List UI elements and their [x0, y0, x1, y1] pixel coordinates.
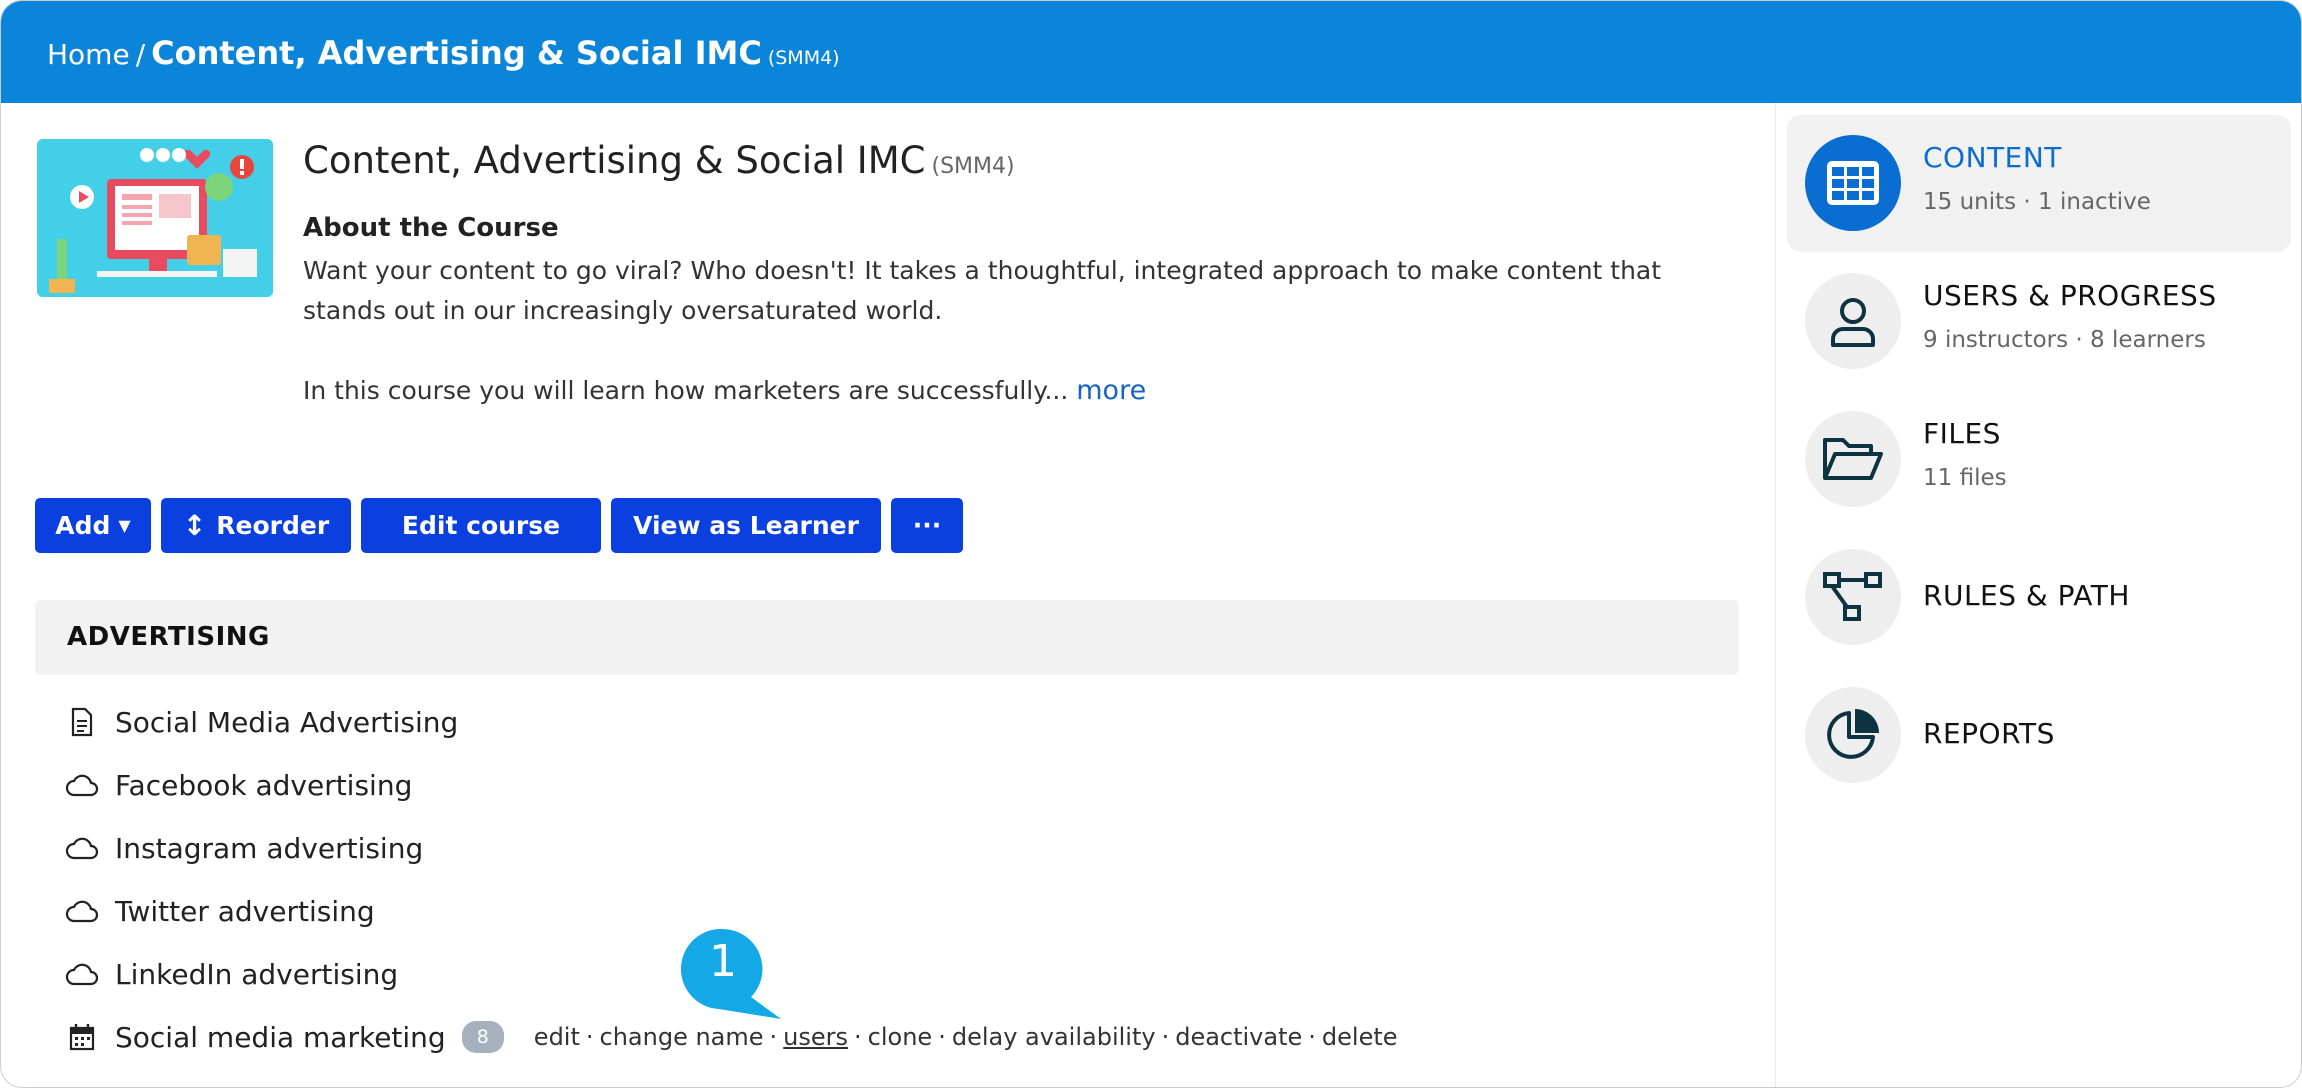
action-separator: · [1161, 1023, 1170, 1051]
pie-chart-icon [1805, 687, 1901, 783]
breadcrumb-home-link[interactable]: Home [47, 38, 130, 71]
sidebar-item-rules-path[interactable]: RULES & PATH [1787, 529, 2291, 666]
reorder-button-label: Reorder [216, 511, 330, 540]
cloud-icon [65, 957, 99, 991]
callout-number: 1 [709, 936, 737, 987]
sidebar-item-label: REPORTS [1923, 717, 2055, 750]
breadcrumb: Home / Content, Advertising & Social IMC (S… [47, 31, 840, 80]
document-icon [65, 705, 99, 739]
about-paragraph: Want your content to go viral? Who doesn… [303, 256, 1662, 325]
delay-availability-action-link[interactable]: delay availability [952, 1023, 1156, 1051]
cloud-icon [65, 768, 99, 802]
action-separator: · [938, 1023, 946, 1051]
add-button-label: Add [55, 511, 111, 540]
sidebar-item-label: CONTENT [1923, 141, 2062, 174]
sidebar-item-files[interactable]: FILES 11 files [1787, 391, 2291, 528]
calendar-icon [65, 1020, 99, 1054]
sidebar-item-label: USERS & PROGRESS [1923, 279, 2217, 312]
change-name-action-link[interactable]: change name [600, 1023, 764, 1051]
unit-item[interactable]: LinkedIn advertising [65, 954, 398, 994]
unit-item[interactable]: Instagram advertising [65, 828, 423, 868]
sidebar-item-users-progress[interactable]: USERS & PROGRESS 9 instructors · 8 learn… [1787, 253, 2291, 390]
unit-label: Social media marketing [115, 1020, 446, 1054]
delete-action-link[interactable]: delete [1322, 1023, 1398, 1051]
cloud-icon [65, 831, 99, 865]
more-dots-icon: ··· [912, 511, 942, 540]
top-header: Home / Content, Advertising & Social IMC (S… [1, 1, 2301, 103]
flow-icon [1805, 549, 1901, 645]
view-as-learner-button[interactable]: View as Learner [611, 498, 881, 553]
about-paragraph-text: In this course you will learn how market… [303, 376, 1069, 405]
app-window: Home / Content, Advertising & Social IMC (S… [0, 0, 2302, 1088]
sidebar-item-sub: 9 instructors · 8 learners [1923, 327, 2206, 353]
folder-icon [1805, 411, 1901, 507]
course-title: Content, Advertising & Social IMC (SMM4) [303, 139, 1015, 182]
sidebar-item-reports[interactable]: REPORTS [1787, 667, 2291, 804]
unit-label: Instagram advertising [115, 831, 424, 865]
edit-course-button[interactable]: Edit course [361, 498, 601, 553]
more-options-button[interactable]: ··· [891, 498, 963, 553]
breadcrumb-current: Content, Advertising & Social IMC [151, 34, 762, 72]
sidebar-divider [1775, 103, 1776, 1087]
action-separator: · [769, 1023, 778, 1051]
about-heading: About the Course [303, 213, 559, 243]
unit-item[interactable]: Facebook advertising [65, 765, 412, 805]
count-badge: 8 [461, 1021, 504, 1053]
unit-label: Twitter advertising [115, 894, 375, 928]
section-title: ADVERTISING [67, 622, 270, 652]
course-thumbnail [37, 139, 273, 297]
about-paragraph: In this course you will learn how market… [303, 371, 1683, 411]
unit-label: LinkedIn advertising [115, 957, 399, 991]
reorder-button[interactable]: ↕ Reorder [161, 498, 351, 553]
action-separator: · [585, 1023, 594, 1051]
deactivate-action-link[interactable]: deactivate [1175, 1023, 1302, 1051]
clone-action-link[interactable]: clone [868, 1023, 933, 1051]
sidebar-item-content[interactable]: CONTENT 15 units · 1 inactive [1787, 115, 2291, 252]
action-separator: · [1308, 1023, 1316, 1051]
vertical-arrows-icon: ↕ [182, 509, 207, 542]
edit-action-link[interactable]: edit [534, 1023, 580, 1051]
course-illustration-icon [37, 139, 273, 297]
section-header[interactable]: ADVERTISING [35, 600, 1739, 675]
grid-icon [1805, 135, 1901, 231]
sidebar-item-label: RULES & PATH [1923, 579, 2130, 612]
course-code: (SMM4) [931, 154, 1015, 179]
action-separator: · [854, 1023, 862, 1051]
add-button[interactable]: Add ▼ [35, 498, 151, 553]
breadcrumb-separator: / [135, 38, 146, 71]
user-icon [1805, 273, 1901, 369]
cloud-icon [65, 894, 99, 928]
about-text: Want your content to go viral? Who doesn… [303, 251, 1683, 411]
unit-item[interactable]: Twitter advertising [65, 891, 375, 931]
sidebar-item-sub: 11 files [1923, 465, 2007, 491]
caret-down-icon: ▼ [118, 516, 131, 535]
unit-label: Social Media Advertising [115, 705, 459, 739]
users-action-link[interactable]: users [783, 1023, 848, 1051]
unit-actions: edit · change name · users · clone · delay avail… [534, 1023, 1398, 1051]
course-title-text: Content, Advertising & Social IMC [303, 139, 926, 182]
unit-label: Facebook advertising [115, 768, 413, 802]
breadcrumb-code: (SMM4) [767, 47, 840, 69]
sidebar-item-sub: 15 units · 1 inactive [1923, 189, 2151, 215]
unit-item[interactable]: Social Media Advertising [65, 702, 458, 742]
sidebar-item-label: FILES [1923, 417, 2001, 450]
more-link[interactable]: more [1076, 375, 1146, 406]
